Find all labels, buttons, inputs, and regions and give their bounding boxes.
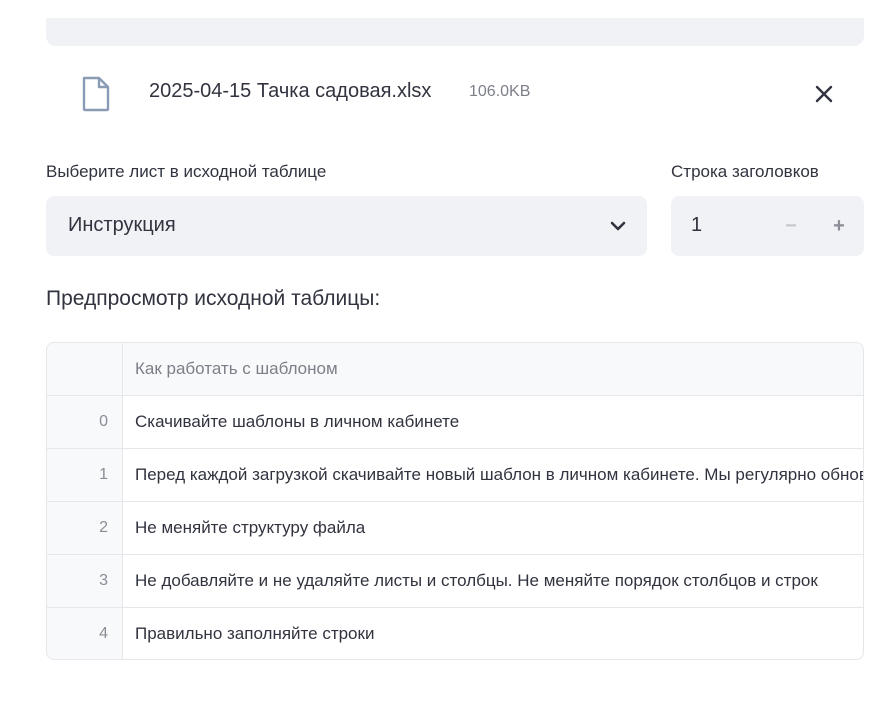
file-uploader-dropzone[interactable]	[46, 18, 864, 46]
table-row: 3 Не добавляйте и не удаляйте листы и ст…	[47, 555, 863, 608]
row-index: 1	[47, 449, 123, 501]
file-name: 2025-04-15 Тачка садовая.xlsx	[149, 80, 432, 102]
table-cell[interactable]: Не добавляйте и не удаляйте листы и стол…	[124, 555, 863, 607]
file-size: 106.0KB	[469, 83, 531, 100]
close-icon	[815, 85, 833, 103]
table-cell[interactable]: Не меняйте структуру файла	[124, 502, 863, 554]
preview-table[interactable]: Как работать с шаблоном 0 Скачивайте шаб…	[46, 342, 864, 660]
sheet-select[interactable]: Инструкция	[46, 196, 647, 256]
decrement-button[interactable]: −	[775, 210, 807, 242]
table-row: 4 Правильно заполняйте строки	[47, 608, 863, 659]
table-row: 1 Перед каждой загрузкой скачивайте новы…	[47, 449, 863, 502]
table-cell[interactable]: Перед каждой загрузкой скачивайте новый …	[124, 449, 863, 501]
table-cell[interactable]: Правильно заполняйте строки	[124, 608, 863, 659]
table-row: 2 Не меняйте структуру файла	[47, 502, 863, 555]
uploaded-file-row: 2025-04-15 Тачка садовая.xlsx 106.0KB	[46, 70, 864, 118]
chevron-down-icon	[610, 221, 626, 231]
increment-button[interactable]: +	[823, 210, 855, 242]
sheet-select-label: Выберите лист в исходной таблице	[46, 162, 327, 181]
row-index: 0	[47, 396, 123, 448]
table-header-row: Как работать с шаблоном	[47, 343, 863, 396]
remove-file-button[interactable]	[810, 80, 838, 108]
row-index: 2	[47, 502, 123, 554]
row-index: 3	[47, 555, 123, 607]
table-cell[interactable]: Скачивайте шаблоны в личном кабинете	[124, 396, 863, 448]
table-row: 0 Скачивайте шаблоны в личном кабинете	[47, 396, 863, 449]
header-row-label: Строка заголовков	[671, 162, 819, 181]
header-row-input[interactable]	[691, 214, 781, 237]
column-header[interactable]: Как работать с шаблоном	[124, 343, 863, 395]
preview-title: Предпросмотр исходной таблицы:	[46, 287, 381, 310]
index-header-cell	[47, 343, 123, 395]
header-row-stepper: − +	[671, 196, 864, 256]
row-index: 4	[47, 608, 123, 659]
sheet-select-value: Инструкция	[68, 214, 176, 236]
file-icon	[82, 76, 110, 112]
